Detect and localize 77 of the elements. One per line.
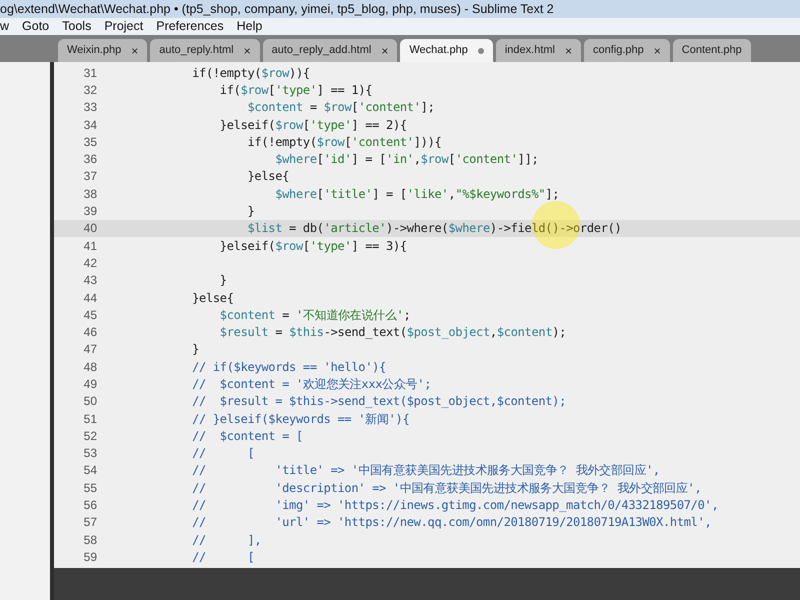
line-number: 36 xyxy=(82,151,98,168)
line-number: 33 xyxy=(82,99,98,116)
line-number: 42 xyxy=(82,254,98,272)
code-comment: // [ xyxy=(191,548,254,566)
code-comment: // 'url' => 'https://new.qq.com/omn/20180719/20180719A13W0X.html', xyxy=(191,514,712,532)
code-line: $list = db('article')->where($where)->field()->order() xyxy=(246,220,622,238)
code-line: $content = $row['content']; xyxy=(246,99,435,116)
line-number: 31 xyxy=(82,64,98,82)
code-line: }else{ xyxy=(246,168,290,186)
line-number: 56 xyxy=(82,497,98,514)
window-title: og\extend\Wechat\Wechat.php • (tp5_shop, company, yimei, tp5_blog, php, muses) - Sublime Text 2 xyxy=(0,0,554,18)
line-number: 59 xyxy=(82,548,98,566)
editor-tab[interactable]: auto_reply.html × xyxy=(150,39,260,62)
editor-tab[interactable]: Weixin.php × xyxy=(58,39,148,62)
close-tab-button[interactable]: × xyxy=(131,42,138,60)
code-comment: // $content = '欢迎您关注xxx公众号'; xyxy=(191,376,432,393)
code-line: }elseif($row['type'] == 2){ xyxy=(218,116,407,134)
code-comment: // 'title' => '中国有意获美国先进技术服务大国竞争？ 我外交部回应', xyxy=(191,462,660,480)
line-number: 52 xyxy=(82,428,98,445)
code-line: $result = $this->send_text($post_object,$content); xyxy=(218,324,566,342)
editor-tab[interactable]: auto_reply_add.html × xyxy=(262,39,398,62)
menu-item[interactable]: Project xyxy=(104,17,144,36)
code-line: $where['title'] = ['like',"%$keywords%"]; xyxy=(274,186,560,203)
code-line: $where['id'] = ['in',$row['content']]; xyxy=(274,151,538,168)
menu-item[interactable]: Help xyxy=(236,17,262,36)
line-number: 46 xyxy=(82,324,98,342)
line-number: 39 xyxy=(82,203,98,220)
code-line: if(!empty($row)){ xyxy=(191,64,310,82)
line-number: 35 xyxy=(82,134,98,151)
line-number: 41 xyxy=(82,238,98,255)
close-tab-button[interactable]: × xyxy=(381,42,388,60)
editor-tab[interactable]: index.html × xyxy=(496,39,582,62)
code-editor[interactable] xyxy=(54,62,800,568)
code-comment: // [ xyxy=(191,445,254,462)
line-number: 37 xyxy=(82,168,98,186)
editor-tab[interactable]: config.php × xyxy=(584,39,670,62)
close-tab-button[interactable]: × xyxy=(244,42,251,60)
line-number: 43 xyxy=(82,272,98,290)
code-line: }elseif($row['type'] == 3){ xyxy=(218,238,407,255)
line-number: 51 xyxy=(82,410,98,428)
code-comment: // $content = [ xyxy=(191,428,303,445)
menu-item[interactable]: w xyxy=(0,17,10,36)
code-comment: // 'description' => '中国有意获美国先进技术服务大国竞争？ 我外交部回应', xyxy=(191,480,702,497)
menu-item[interactable]: Goto xyxy=(22,17,50,36)
code-line: } xyxy=(191,341,200,358)
line-number: 32 xyxy=(82,82,98,99)
line-number: 50 xyxy=(82,393,98,410)
line-number: 53 xyxy=(82,445,98,462)
code-comment: // if($keywords == 'hello'){ xyxy=(191,358,386,376)
code-comment: // ], xyxy=(191,532,262,549)
line-number: 38 xyxy=(82,186,98,203)
line-number: 54 xyxy=(82,462,98,480)
line-number: 49 xyxy=(82,376,98,393)
editor-tab[interactable]: Content.php xyxy=(672,39,751,62)
code-comment: // 'img' => 'https://inews.gtimg.com/newsapp_match/0/4332189507/0', xyxy=(191,497,718,514)
code-line: $content = '不知道你在说什么'; xyxy=(218,306,410,324)
line-number: 40 xyxy=(82,220,98,238)
line-number: 48 xyxy=(82,358,98,376)
close-tab-button[interactable]: × xyxy=(565,42,572,60)
code-comment: // $result = $this->send_text($post_object,$content); xyxy=(191,393,566,410)
code-line: if(!empty($row['content'])){ xyxy=(246,134,442,151)
line-number: 45 xyxy=(82,306,98,324)
line-number: 44 xyxy=(82,290,98,307)
code-line: if($row['type'] == 1){ xyxy=(218,82,372,99)
code-comment: // }elseif($keywords == '新闻'){ xyxy=(191,410,410,428)
menu-item[interactable]: Tools xyxy=(62,17,92,36)
editor-tab[interactable]: Wechat.php xyxy=(400,39,493,62)
code-line: } xyxy=(218,272,227,290)
menu-item[interactable]: Preferences xyxy=(156,17,224,36)
line-number: 34 xyxy=(82,116,98,134)
code-line: }else{ xyxy=(191,290,234,307)
close-tab-button[interactable]: × xyxy=(654,42,661,60)
line-number: 58 xyxy=(82,532,98,549)
code-line: } xyxy=(246,203,254,220)
line-number: 55 xyxy=(82,480,98,497)
line-number: 47 xyxy=(82,341,98,358)
line-number: 57 xyxy=(82,514,98,532)
